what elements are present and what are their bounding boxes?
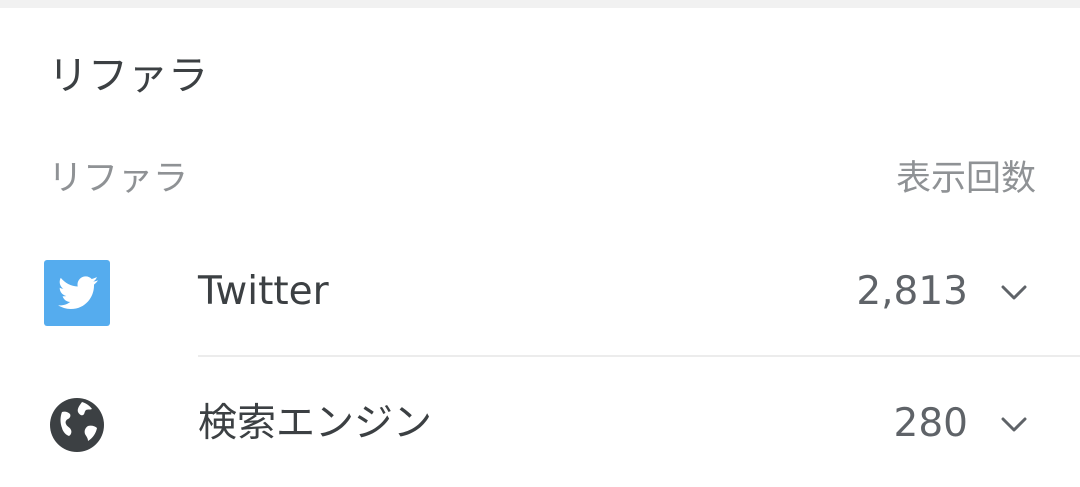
referrer-label: 検索エンジン — [198, 401, 433, 446]
referrer-label: Twitter — [198, 269, 329, 314]
referrer-row-twitter[interactable]: Twitter 2,813 — [0, 238, 1080, 348]
chevron-down-icon[interactable] — [998, 408, 1030, 440]
card-title: リファラ — [48, 53, 208, 99]
globe-icon — [50, 398, 104, 452]
chevron-down-icon[interactable] — [998, 276, 1030, 308]
column-header-views: 表示回数 — [895, 159, 1036, 199]
view-count: 2,813 — [856, 269, 968, 314]
view-count: 280 — [893, 401, 968, 446]
column-header-referrer: リファラ — [48, 159, 189, 199]
referrer-row-search-engines[interactable]: 検索エンジン 280 — [0, 370, 1080, 480]
row-divider — [198, 355, 1080, 357]
twitter-icon — [44, 260, 110, 326]
top-separator-strip — [0, 0, 1080, 8]
